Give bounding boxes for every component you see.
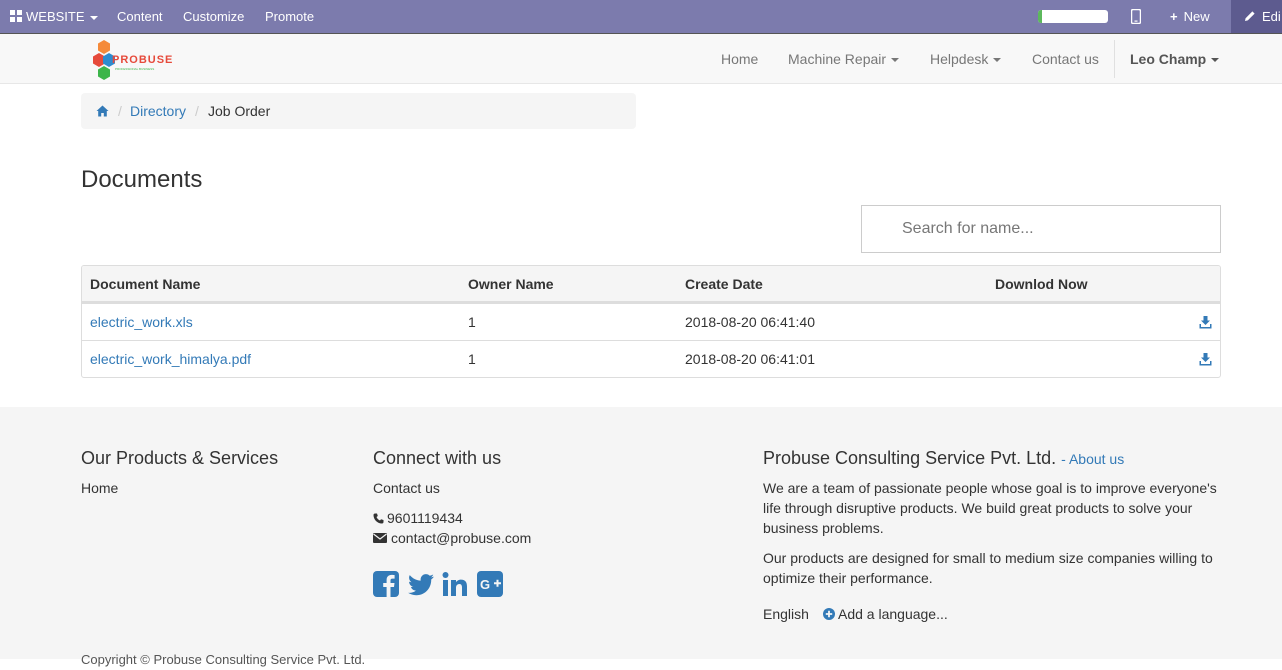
linkedin-icon[interactable] xyxy=(442,571,468,597)
menu-promote[interactable]: Promote xyxy=(265,0,314,33)
envelope-icon xyxy=(373,533,387,543)
nav-helpdesk-label: Helpdesk xyxy=(930,51,989,67)
add-language-link[interactable]: Add a language... xyxy=(823,604,948,624)
brand-logo[interactable]: PROBUSE PROFESSIONAL BUSINESS xyxy=(93,40,173,80)
google-plus-icon[interactable]: G xyxy=(477,571,503,597)
phone-line: 9601119434 xyxy=(373,508,463,528)
footer-contact-link[interactable]: Contact us xyxy=(373,478,440,498)
connect-title: Connect with us xyxy=(373,448,502,468)
chevron-down-icon xyxy=(89,15,98,20)
search-input[interactable] xyxy=(861,205,1221,253)
documents-table: Document Name Owner Name Create Date Dow… xyxy=(81,265,1221,378)
download-icon[interactable] xyxy=(1199,316,1212,329)
about-us-link[interactable]: - About us xyxy=(1061,451,1124,467)
owner-cell: 1 xyxy=(468,351,476,367)
main-navbar: PROBUSE PROFESSIONAL BUSINESS Home Machi… xyxy=(0,33,1282,84)
plus-icon: + xyxy=(1170,9,1178,24)
chevron-down-icon xyxy=(891,58,900,63)
phone-icon xyxy=(373,513,384,524)
add-language-label: Add a language... xyxy=(838,606,948,622)
edit-button[interactable]: Edi xyxy=(1231,0,1282,33)
breadcrumb: / Directory / Job Order xyxy=(81,93,636,129)
new-button[interactable]: + New xyxy=(1170,0,1210,33)
edit-button-inner: Edi xyxy=(1244,0,1281,33)
new-label: New xyxy=(1183,9,1210,24)
owner-cell: 1 xyxy=(468,314,476,330)
edit-label: Edi xyxy=(1262,9,1281,24)
breadcrumb-current: Job Order xyxy=(208,103,271,119)
header-download-now: Downlod Now xyxy=(995,276,1088,292)
brand-name: PROBUSE xyxy=(112,54,174,66)
breadcrumb-separator: / xyxy=(195,103,199,119)
copyright: Copyright © Probuse Consulting Service P… xyxy=(81,652,366,667)
email-line: contact@probuse.com xyxy=(373,528,531,548)
svg-text:G: G xyxy=(480,577,490,592)
twitter-icon[interactable] xyxy=(407,571,434,597)
phone-number: 9601119434 xyxy=(387,510,463,526)
table-header: Document Name Owner Name Create Date Dow… xyxy=(82,266,1220,303)
nav-machine-repair[interactable]: Machine Repair xyxy=(788,34,900,84)
nav-divider xyxy=(1114,40,1115,78)
brand-tagline: PROFESSIONAL BUSINESS xyxy=(115,67,155,71)
menu-customize[interactable]: Customize xyxy=(183,0,244,33)
facebook-icon[interactable] xyxy=(373,571,399,597)
mobile-icon xyxy=(1130,8,1142,25)
footer-home-link[interactable]: Home xyxy=(81,478,118,498)
header-owner-name: Owner Name xyxy=(468,276,554,292)
progress-fill xyxy=(1038,10,1042,23)
document-link[interactable]: electric_work_himalya.pdf xyxy=(90,341,251,377)
products-title: Our Products & Services xyxy=(81,448,279,468)
header-create-date: Create Date xyxy=(685,276,763,292)
document-link[interactable]: electric_work.xls xyxy=(90,304,193,340)
menu-content[interactable]: Content xyxy=(117,0,163,33)
nav-contact-us[interactable]: Contact us xyxy=(1032,34,1099,84)
home-icon[interactable] xyxy=(96,93,109,129)
company-title: Probuse Consulting Service Pvt. Ltd. xyxy=(763,448,1057,468)
page-title: Documents xyxy=(81,166,203,193)
language-english[interactable]: English xyxy=(763,604,809,624)
chevron-down-icon xyxy=(1211,58,1220,63)
website-label: WEBSITE xyxy=(26,9,85,24)
chevron-down-icon xyxy=(993,58,1002,63)
plus-circle-icon xyxy=(823,608,835,620)
email-address: contact@probuse.com xyxy=(391,530,532,546)
company-title-line: Probuse Consulting Service Pvt. Ltd. - A… xyxy=(763,448,1124,469)
table-row: electric_work_himalya.pdf 1 2018-08-20 0… xyxy=(82,340,1220,377)
nav-machine-repair-label: Machine Repair xyxy=(788,51,887,67)
mobile-preview-button[interactable] xyxy=(1130,0,1142,33)
footer: Our Products & Services Home Connect wit… xyxy=(0,407,1282,667)
breadcrumb-separator: / xyxy=(118,103,122,119)
nav-helpdesk[interactable]: Helpdesk xyxy=(930,34,1002,84)
date-cell: 2018-08-20 06:41:01 xyxy=(685,351,815,367)
progress-bar xyxy=(1038,10,1108,23)
header-document-name: Document Name xyxy=(90,276,201,292)
nav-home[interactable]: Home xyxy=(721,34,758,84)
about-paragraph-2: Our products are designed for small to m… xyxy=(763,550,1213,586)
breadcrumb-directory[interactable]: Directory xyxy=(130,93,186,129)
apps-grid-icon xyxy=(10,10,22,22)
website-menu[interactable]: WEBSITE xyxy=(10,0,98,33)
download-icon[interactable] xyxy=(1199,353,1212,366)
date-cell: 2018-08-20 06:41:40 xyxy=(685,314,815,330)
admin-bar: WEBSITE Content Customize Promote + New E… xyxy=(0,0,1282,33)
user-name: Leo Champ xyxy=(1130,51,1207,67)
about-paragraph-1: We are a team of passionate people whose… xyxy=(763,480,1217,536)
table-row: electric_work.xls 1 2018-08-20 06:41:40 xyxy=(82,303,1220,340)
pencil-icon xyxy=(1245,11,1255,21)
user-menu[interactable]: Leo Champ xyxy=(1130,34,1220,84)
